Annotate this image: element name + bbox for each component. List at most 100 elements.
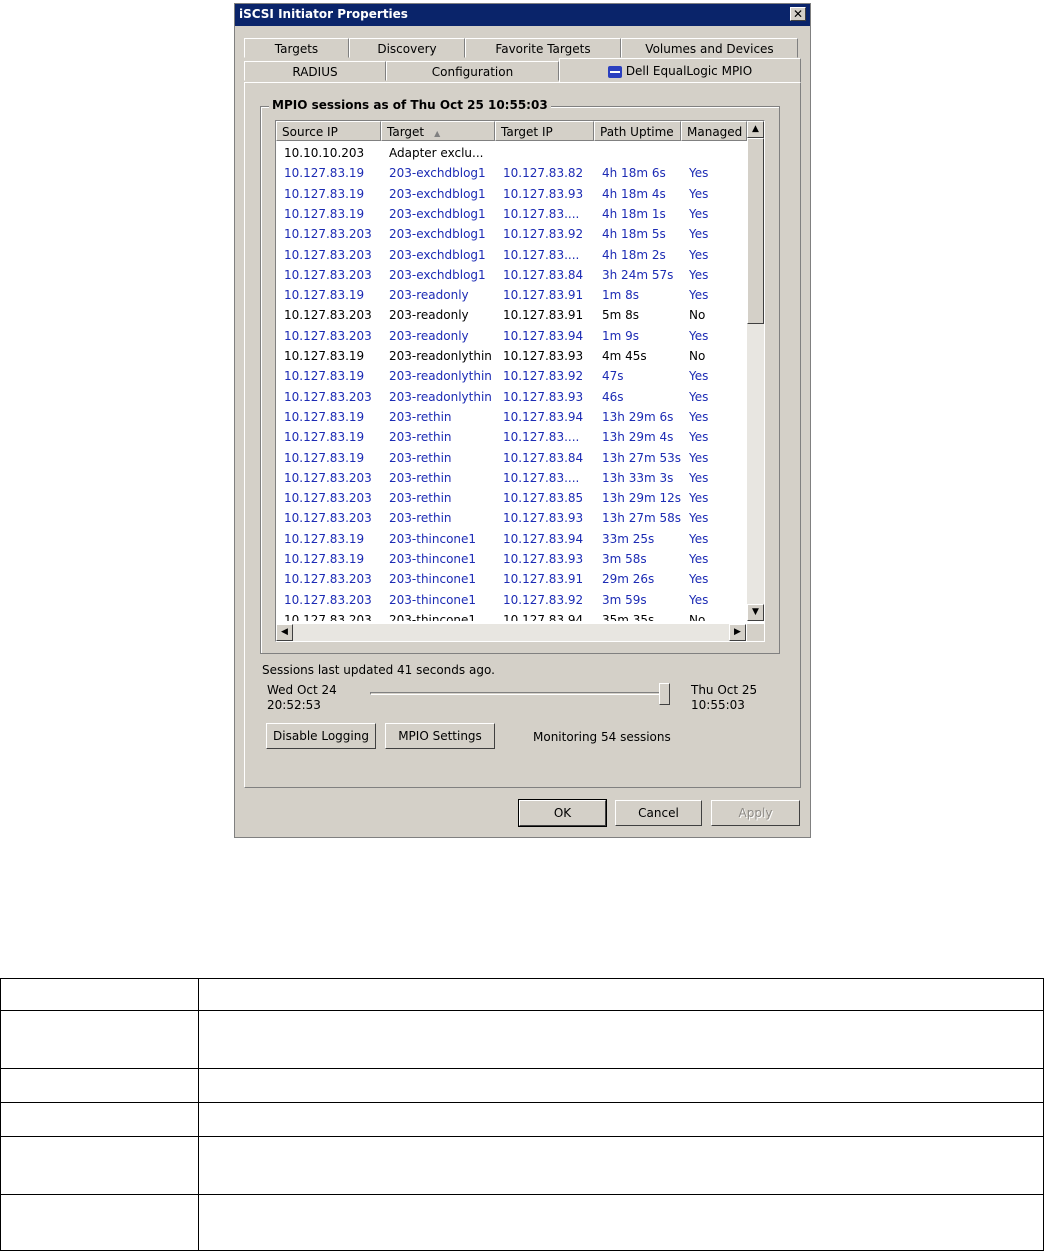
cell-managed: Yes (689, 288, 709, 303)
vertical-scroll-thumb[interactable] (747, 138, 764, 324)
cell-target: 203-readonly (389, 328, 469, 343)
tab-targets[interactable]: Targets (244, 38, 349, 58)
table-row[interactable]: 10.127.83.203 203-readonlythin 10.127.83.9… (276, 387, 746, 407)
table-row[interactable]: 10.127.83.203 203-thincone1... 10.127.83.9… (276, 610, 746, 621)
cell-target: 203-rethin (389, 470, 452, 485)
table-row[interactable]: 10.127.83.203 203-thincone1 10.127.83.92 3m… (276, 590, 746, 610)
disable-logging-button[interactable]: Disable Logging (266, 723, 376, 749)
column-path-uptime[interactable]: Path Uptime (594, 121, 681, 141)
tab-configuration[interactable]: Configuration (386, 61, 559, 81)
table-row[interactable]: 10.127.83.19 203-exchdblog1 10.127.83.... 4… (276, 204, 746, 224)
table-row[interactable]: 10.127.83.19 203-exchdblog1 10.127.83.82 4h… (276, 163, 746, 183)
time-slider-thumb[interactable] (659, 683, 670, 705)
cell-managed: Yes (689, 247, 709, 262)
window-title: iSCSI Initiator Properties (239, 7, 408, 21)
cell-target: 203-exchdblog1 (389, 247, 486, 262)
cell-target-ip: 10.127.83.94 (503, 612, 584, 621)
range-start-time: 20:52:53 (267, 698, 321, 712)
cell-managed: Yes (689, 227, 709, 242)
group-title: MPIO sessions as of Thu Oct 25 10:55:03 (269, 98, 551, 112)
table-cell (0, 1102, 199, 1137)
cell-target-ip: 10.127.83.84 (503, 450, 584, 465)
table-row[interactable]: 10.127.83.203 203-exchdblog1 10.127.83.84 3… (276, 265, 746, 285)
column-target-ip[interactable]: Target IP (495, 121, 594, 141)
table-row[interactable]: 10.127.83.203 203-exchdblog1 10.127.83.92 4… (276, 224, 746, 244)
table-row[interactable]: 10.127.83.203 203-rethin 10.127.83.93 13h 2… (276, 508, 746, 528)
cell-source-ip: 10.127.83.19 (284, 206, 365, 221)
tab-radius[interactable]: RADIUS (244, 61, 386, 81)
tab-volumes-and-devices[interactable]: Volumes and Devices (621, 38, 798, 58)
table-cell (0, 1010, 199, 1069)
table-row[interactable]: 10.127.83.19 203-exchdblog1 10.127.83.93 4h… (276, 184, 746, 204)
table-row[interactable]: 10.127.83.203 203-readonly 10.127.83.94 1m … (276, 326, 746, 346)
cell-target-ip: 10.127.83.92 (503, 592, 584, 607)
range-start-date: Wed Oct 24 (267, 683, 337, 697)
vertical-scrollbar[interactable]: ▲ ▼ (747, 121, 764, 621)
cell-target: 203-rethin (389, 450, 452, 465)
table-row[interactable]: 10.127.83.19 203-readonly 10.127.83.91 1m 8… (276, 285, 746, 305)
table-row[interactable]: 10.127.83.203 203-thincone1 10.127.83.91 29… (276, 569, 746, 589)
table-row[interactable]: 10.127.83.19 203-thincone1 10.127.83.94 33m… (276, 529, 746, 549)
cell-path-uptime: 4h 18m 2s (602, 247, 666, 262)
cell-target: 203-thincone1... (389, 612, 488, 621)
tab-dell-equallogic-mpio[interactable]: Dell EqualLogic MPIO (559, 58, 801, 83)
table-row[interactable]: 10.127.83.203 203-exchdblog1 10.127.83....… (276, 245, 746, 265)
cell-target: 203-thincone1 (389, 531, 477, 546)
cell-path-uptime: 3m 59s (602, 592, 647, 607)
cell-path-uptime: 4h 18m 1s (602, 206, 666, 221)
cell-target-ip: 10.127.83.82 (503, 166, 584, 181)
table-row[interactable]: 10.127.83.203 203-rethin 10.127.83.... 13h … (276, 468, 746, 488)
cell-path-uptime: 4m 45s (602, 349, 647, 363)
title-bar[interactable]: iSCSI Initiator Properties ✕ (235, 4, 810, 26)
table-row[interactable]: 10.127.83.19 203-rethin 10.127.83.94 13h 29… (276, 407, 746, 427)
listview-header: Source IP Target ▲ Target IP Path Uptime … (276, 121, 747, 141)
table-row[interactable]: 10.127.83.203 203-rethin 10.127.83.85 13h 2… (276, 488, 746, 508)
scroll-up-icon[interactable]: ▲ (747, 121, 764, 138)
horizontal-scrollbar[interactable]: ◀ ▶ (276, 624, 746, 641)
column-target[interactable]: Target ▲ (381, 121, 495, 141)
cell-managed: Yes (689, 166, 709, 181)
scroll-right-icon[interactable]: ▶ (729, 624, 746, 641)
cell-managed: Yes (689, 186, 709, 201)
column-managed[interactable]: Managed (681, 121, 747, 141)
cell-source-ip: 10.127.83.19 (284, 409, 365, 424)
table-row[interactable]: 10.127.83.19 203-rethin 10.127.83.84 13h 27… (276, 448, 746, 468)
scroll-down-icon[interactable]: ▼ (747, 604, 764, 621)
mpio-settings-button[interactable]: MPIO Settings (385, 723, 495, 749)
cell-path-uptime: 35m 35s (602, 612, 655, 621)
table-row[interactable]: 10.127.83.19 203-readonlythin 10.127.83.92… (276, 366, 746, 386)
sessions-listview[interactable]: Source IP Target ▲ Target IP Path Uptime … (275, 120, 765, 642)
table-row[interactable]: 10.127.83.19 203-thincone1 10.127.83.93 3m … (276, 549, 746, 569)
cell-target: 203-exchdblog1 (389, 267, 486, 282)
cell-target-ip: 10.127.83.93 (503, 349, 584, 363)
cell-source-ip: 10.127.83.19 (284, 450, 365, 465)
cancel-button[interactable]: Cancel (615, 800, 702, 826)
table-row (0, 1010, 1044, 1069)
close-icon[interactable]: ✕ (790, 7, 806, 21)
column-source-ip[interactable]: Source IP (276, 121, 381, 141)
cell-target: 203-readonlythin (389, 349, 492, 363)
tab-discovery[interactable]: Discovery (349, 38, 465, 58)
table-cell (198, 1102, 1044, 1137)
column-target-label: Target (387, 125, 425, 139)
table-row (0, 1194, 1044, 1251)
table-row[interactable]: 10.127.83.19 203-rethin 10.127.83.... 13h 2… (276, 427, 746, 447)
cell-target-ip: 10.127.83.92 (503, 369, 584, 384)
cell-source-ip: 10.127.83.19 (284, 349, 365, 363)
table-row[interactable]: 10.127.83.19 203-readonlythin 10.127.83.93… (276, 346, 746, 366)
scroll-left-icon[interactable]: ◀ (276, 624, 293, 641)
table-row (0, 978, 1044, 1011)
cell-source-ip: 10.127.83.19 (284, 552, 365, 566)
range-end-date: Thu Oct 25 (691, 683, 758, 697)
time-slider-track[interactable] (370, 692, 670, 695)
cell-managed: Yes (689, 409, 709, 424)
table-row (0, 1068, 1044, 1103)
table-row[interactable]: 10.127.83.203 203-readonly 10.127.83.91 5m … (276, 305, 746, 325)
tab-favorite-targets[interactable]: Favorite Targets (465, 38, 621, 58)
ok-button[interactable]: OK (518, 799, 607, 827)
cell-target-ip: 10.127.83.... (503, 206, 580, 221)
table-row[interactable]: 10.10.10.203 Adapter exclu... (276, 143, 746, 163)
table-cell (198, 1010, 1044, 1069)
table-row (0, 1102, 1044, 1137)
apply-button[interactable]: Apply (711, 800, 800, 826)
